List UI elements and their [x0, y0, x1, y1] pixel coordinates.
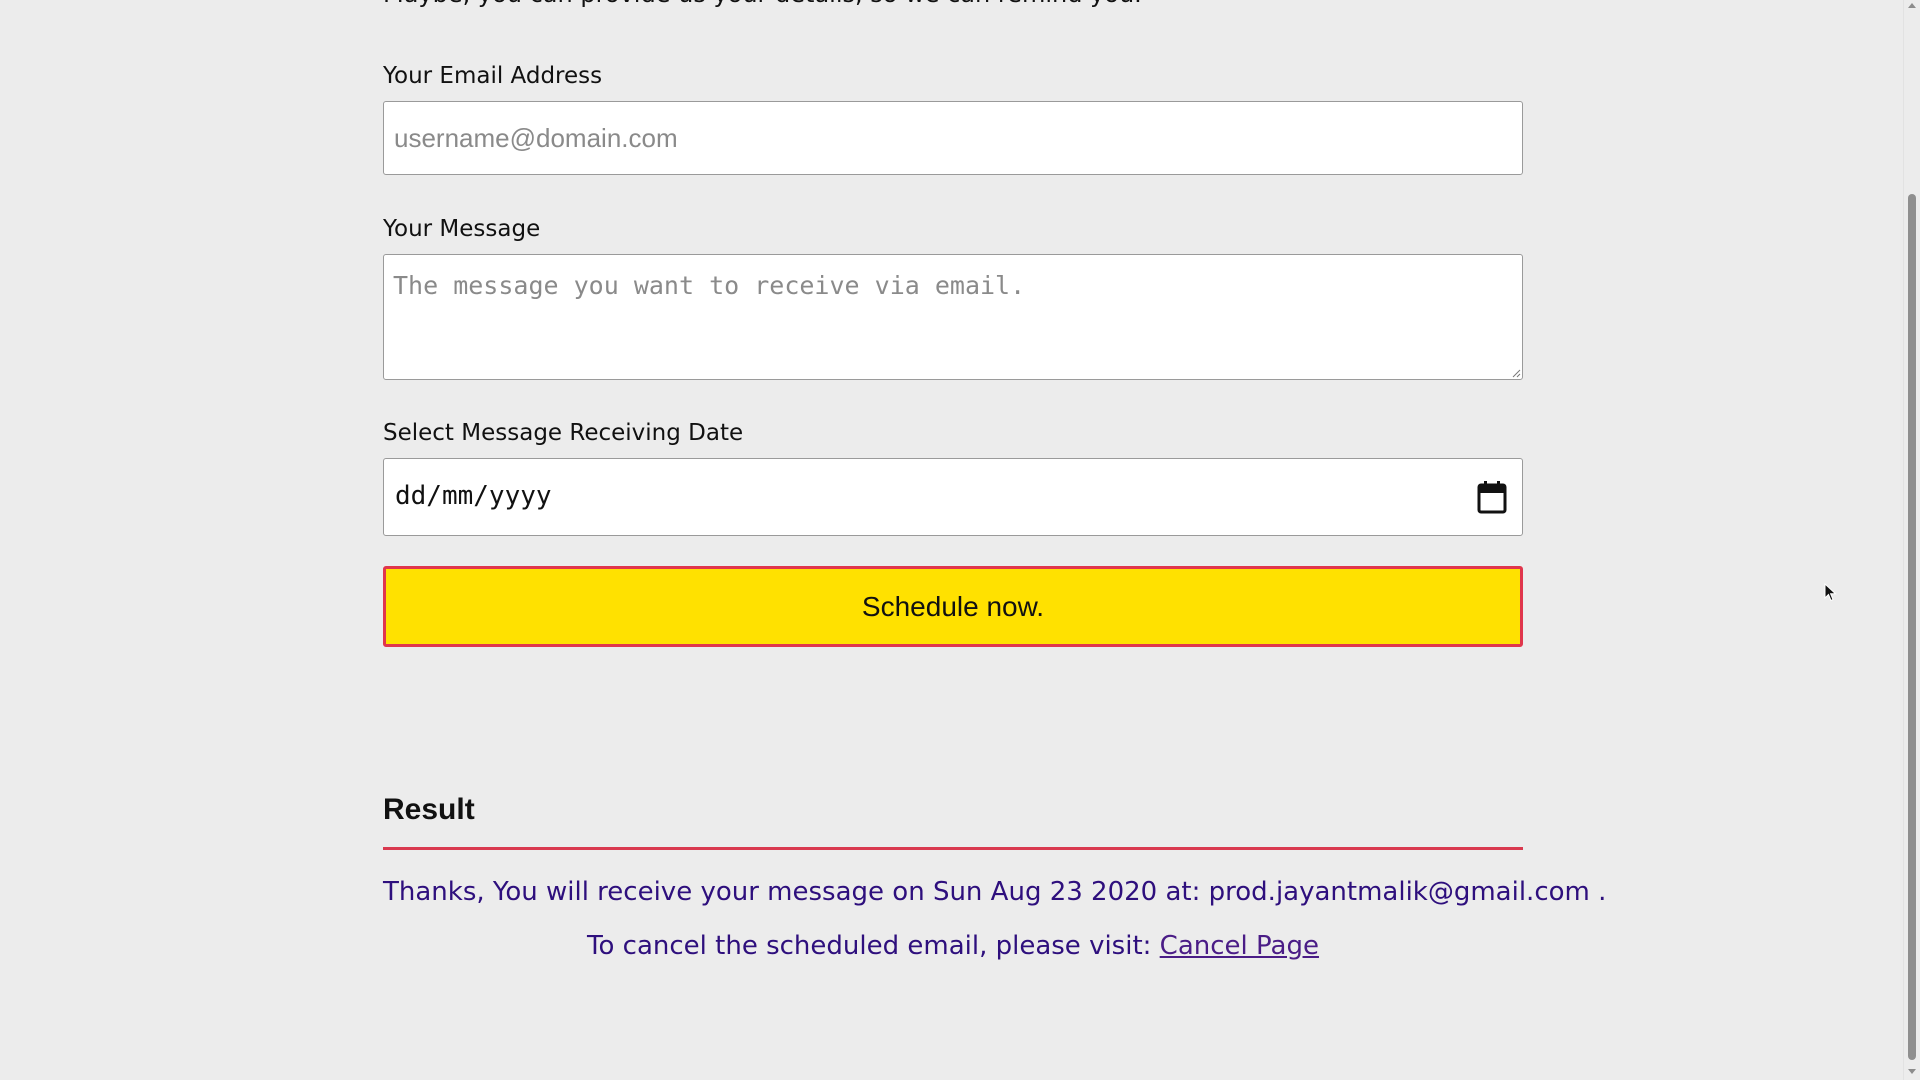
- cancel-prefix-text: To cancel the scheduled email, please vi…: [587, 931, 1152, 961]
- mouse-cursor-icon: [1824, 583, 1837, 602]
- cancel-instructions: To cancel the scheduled email, please vi…: [383, 931, 1523, 961]
- page: Maybe, you can provide us your details, …: [0, 0, 1920, 1080]
- calendar-icon[interactable]: [1477, 480, 1507, 514]
- schedule-button[interactable]: Schedule now.: [383, 566, 1523, 647]
- vertical-scrollbar[interactable]: [1903, 0, 1920, 1080]
- message-label: Your Message: [383, 216, 541, 242]
- date-input[interactable]: dd/mm/yyyy: [383, 458, 1523, 536]
- scroll-thumb[interactable]: [1908, 194, 1916, 1060]
- result-divider: [383, 847, 1523, 850]
- scroll-down-arrow-icon[interactable]: [1908, 1069, 1916, 1074]
- date-label: Select Message Receiving Date: [383, 420, 744, 446]
- result-heading: Result: [383, 793, 475, 826]
- email-field[interactable]: [383, 101, 1523, 175]
- cancel-page-link[interactable]: Cancel Page: [1160, 931, 1319, 961]
- resize-grip-icon[interactable]: [1511, 368, 1521, 378]
- message-textarea[interactable]: [383, 254, 1523, 380]
- scroll-up-arrow-icon[interactable]: [1908, 3, 1916, 8]
- date-placeholder: dd/mm/yyyy: [395, 481, 552, 511]
- intro-text: Maybe, you can provide us your details, …: [383, 0, 1142, 8]
- confirmation-message: Thanks, You will receive your message on…: [383, 877, 1607, 907]
- email-label: Your Email Address: [383, 63, 603, 89]
